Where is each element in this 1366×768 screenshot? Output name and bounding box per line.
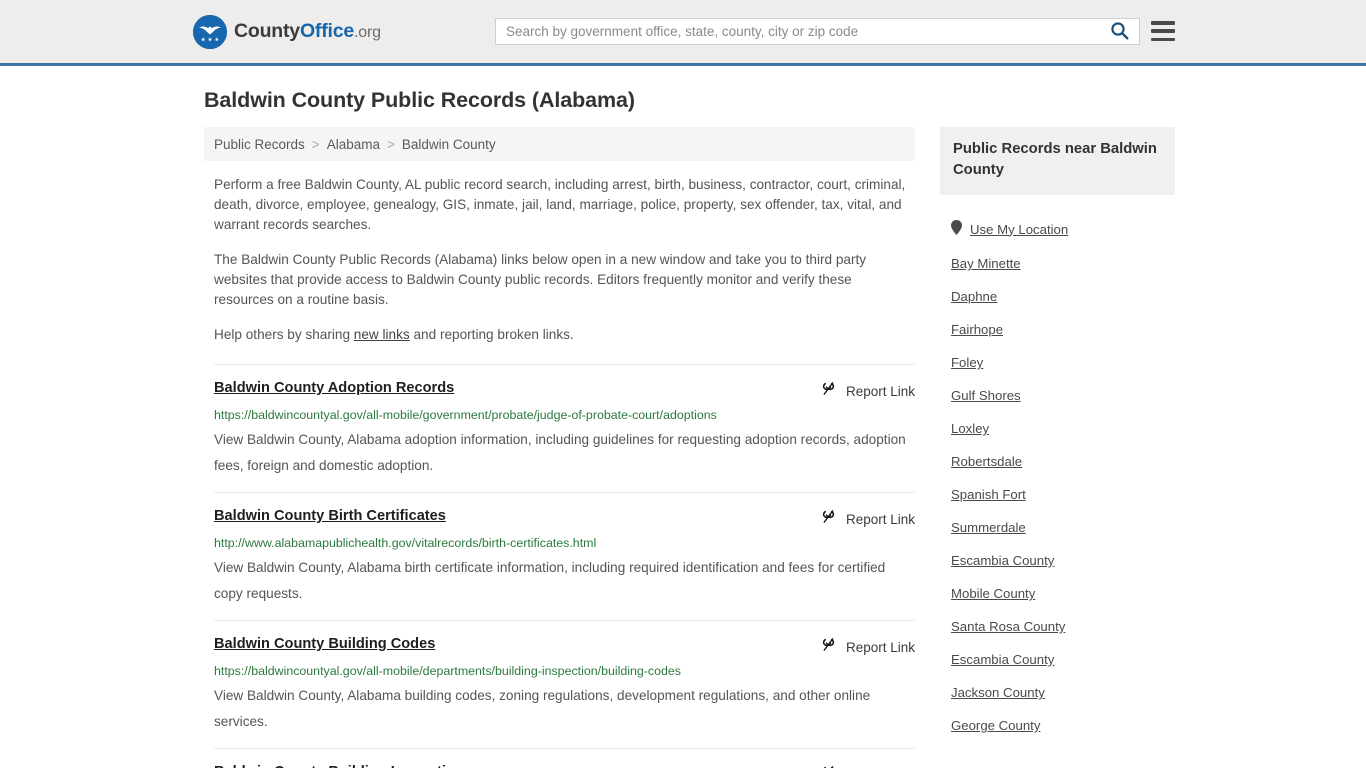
result-header: Baldwin County Building Inspections Repo… — [214, 763, 915, 768]
sidebar-item-gulf-shores[interactable]: Gulf Shores — [940, 379, 1175, 412]
search-icon — [1110, 21, 1129, 43]
broken-link-icon — [820, 380, 837, 402]
sidebar-item-use-my-location[interactable]: Use My Location — [940, 211, 1175, 247]
sidebar-item-escambia-county-2[interactable]: Escambia County — [940, 643, 1175, 676]
sidebar-item-label[interactable]: Fairhope — [951, 322, 1003, 337]
sidebar-item-mobile-county[interactable]: Mobile County — [940, 577, 1175, 610]
report-link-button[interactable]: Report Link — [820, 379, 915, 402]
result-description: View Baldwin County, Alabama birth certi… — [214, 560, 886, 601]
result-title-link[interactable]: Baldwin County Adoption Records — [214, 379, 454, 397]
page-title: Baldwin County Public Records (Alabama) — [204, 88, 635, 112]
result-item: Baldwin County Birth Certificates Report… — [214, 492, 915, 620]
eagle-shield-icon — [193, 14, 227, 49]
site-logo-text: CountyOffice.org — [234, 20, 381, 43]
sidebar-list: Use My Location Bay Minette Daphne Fairh… — [940, 195, 1175, 742]
result-description: View Baldwin County, Alabama adoption in… — [214, 432, 906, 473]
sidebar-item-spanish-fort[interactable]: Spanish Fort — [940, 478, 1175, 511]
page-content: Baldwin County Public Records (Alabama) … — [0, 66, 1366, 768]
breadcrumb: Public Records > Alabama > Baldwin Count… — [204, 127, 915, 161]
search-button[interactable] — [1099, 19, 1139, 44]
breadcrumb-item-alabama[interactable]: Alabama — [327, 137, 380, 152]
result-url[interactable]: https://baldwincountyal.gov/all-mobile/d… — [214, 664, 915, 679]
site-header: CountyOffice.org — [0, 0, 1366, 66]
breadcrumb-separator: > — [311, 136, 320, 152]
report-link-button[interactable]: Report Link — [820, 507, 915, 530]
intro-paragraph-2: The Baldwin County Public Records (Alaba… — [214, 252, 867, 307]
sidebar-item-jackson-county[interactable]: Jackson County — [940, 676, 1175, 709]
report-link-button[interactable]: Report Link — [820, 635, 915, 658]
intro-3-prefix: Help others by sharing — [214, 327, 354, 342]
hamburger-bar — [1151, 29, 1175, 33]
broken-link-icon — [820, 636, 837, 658]
report-link-label: Report Link — [845, 511, 915, 527]
result-url[interactable]: http://www.alabamapublichealth.gov/vital… — [214, 536, 915, 551]
result-url[interactable]: https://baldwincountyal.gov/all-mobile/g… — [214, 408, 915, 423]
sidebar-item-label[interactable]: Gulf Shores — [951, 388, 1021, 403]
result-title-link[interactable]: Baldwin County Building Codes — [214, 635, 435, 653]
result-header: Baldwin County Birth Certificates Report… — [214, 507, 915, 530]
site-logo[interactable]: CountyOffice.org — [193, 14, 381, 49]
sidebar-item-label[interactable]: Escambia County — [951, 553, 1054, 568]
new-links-link[interactable]: new links — [354, 327, 410, 342]
results-list: Baldwin County Adoption Records Report L… — [204, 364, 915, 768]
result-item: Baldwin County Building Inspections Repo… — [214, 748, 915, 768]
result-item: Baldwin County Building Codes Report Lin… — [214, 620, 915, 748]
sidebar-item-loxley[interactable]: Loxley — [940, 412, 1175, 445]
broken-link-icon — [820, 508, 837, 530]
logo-text-org: .org — [354, 24, 381, 41]
result-title-link[interactable]: Baldwin County Building Inspections — [214, 763, 472, 768]
intro-3-suffix: and reporting broken links. — [409, 327, 574, 342]
broken-link-icon — [820, 764, 837, 768]
hamburger-bar — [1151, 21, 1175, 25]
report-link-button[interactable]: Report Link — [820, 763, 915, 768]
main-column: Public Records > Alabama > Baldwin Count… — [204, 127, 915, 768]
result-title-link[interactable]: Baldwin County Birth Certificates — [214, 507, 446, 525]
sidebar-item-label[interactable]: Summerdale — [951, 520, 1026, 535]
sidebar-item-label[interactable]: George County — [951, 718, 1040, 733]
result-item: Baldwin County Adoption Records Report L… — [214, 364, 915, 492]
sidebar-item-foley[interactable]: Foley — [940, 346, 1175, 379]
sidebar-item-label[interactable]: Bay Minette — [951, 256, 1021, 271]
content-columns: Public Records > Alabama > Baldwin Count… — [0, 113, 1366, 768]
search-bar[interactable] — [495, 18, 1140, 45]
sidebar: Public Records near Baldwin County Use M… — [940, 127, 1175, 742]
sidebar-item-escambia-county[interactable]: Escambia County — [940, 544, 1175, 577]
report-link-label: Report Link — [845, 383, 915, 399]
intro-paragraph-3: Help others by sharing new links and rep… — [204, 310, 915, 345]
sidebar-item-santa-rosa-county[interactable]: Santa Rosa County — [940, 610, 1175, 643]
breadcrumb-item-public-records[interactable]: Public Records — [214, 137, 305, 152]
sidebar-item-label[interactable]: Foley — [951, 355, 983, 370]
sidebar-item-label[interactable]: Robertsdale — [951, 454, 1022, 469]
report-link-label: Report Link — [845, 639, 915, 655]
sidebar-item-label[interactable]: Escambia County — [951, 652, 1054, 667]
breadcrumb-item-baldwin-county[interactable]: Baldwin County — [402, 137, 496, 152]
breadcrumb-separator: > — [386, 136, 395, 152]
sidebar-heading: Public Records near Baldwin County — [940, 127, 1175, 195]
hamburger-bar — [1151, 37, 1175, 41]
sidebar-item-summerdale[interactable]: Summerdale — [940, 511, 1175, 544]
sidebar-item-label[interactable]: Spanish Fort — [951, 487, 1026, 502]
hamburger-menu-icon[interactable] — [1151, 19, 1175, 43]
search-input[interactable] — [496, 19, 1099, 44]
map-pin-icon — [951, 220, 962, 238]
sidebar-item-label[interactable]: Daphne — [951, 289, 997, 304]
result-header: Baldwin County Building Codes Report Lin… — [214, 635, 915, 658]
sidebar-item-label[interactable]: Loxley — [951, 421, 989, 436]
sidebar-item-george-county[interactable]: George County — [940, 709, 1175, 742]
sidebar-item-bay-minette[interactable]: Bay Minette — [940, 247, 1175, 280]
logo-text-office: Office — [299, 20, 355, 42]
sidebar-item-label[interactable]: Use My Location — [970, 222, 1068, 237]
sidebar-item-label[interactable]: Santa Rosa County — [951, 619, 1065, 634]
sidebar-item-daphne[interactable]: Daphne — [940, 280, 1175, 313]
sidebar-item-fairhope[interactable]: Fairhope — [940, 313, 1175, 346]
intro-paragraph-1: Perform a free Baldwin County, AL public… — [214, 177, 906, 232]
sidebar-item-label[interactable]: Mobile County — [951, 586, 1035, 601]
result-description: View Baldwin County, Alabama building co… — [214, 688, 871, 729]
sidebar-item-label[interactable]: Jackson County — [951, 685, 1045, 700]
result-header: Baldwin County Adoption Records Report L… — [214, 379, 915, 402]
logo-text-county: County — [234, 20, 300, 42]
sidebar-item-robertsdale[interactable]: Robertsdale — [940, 445, 1175, 478]
